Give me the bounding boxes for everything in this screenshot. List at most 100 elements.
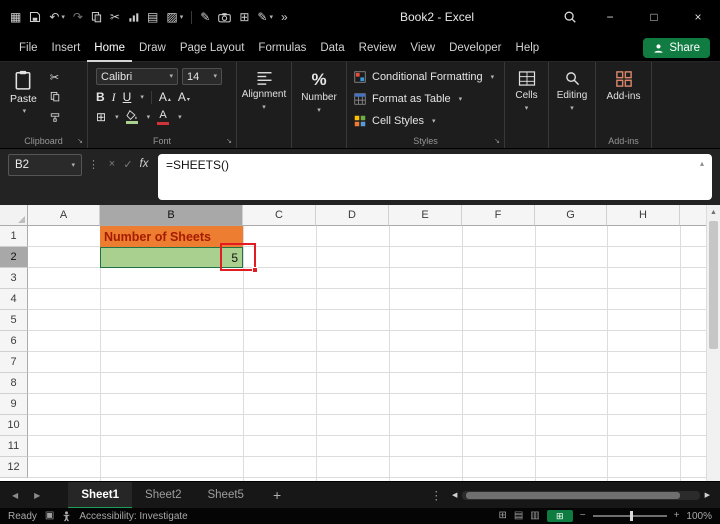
sheet-tab-sheet5[interactable]: Sheet5 xyxy=(194,482,256,509)
row-header-9[interactable]: 9 xyxy=(0,394,28,415)
conditional-formatting-button[interactable]: Conditional Formatting ▾ xyxy=(354,68,500,86)
sheet-tab-sheet2[interactable]: Sheet2 xyxy=(132,482,194,509)
row-header-10[interactable]: 10 xyxy=(0,415,28,436)
formula-bar-grip-icon[interactable]: ⋮ xyxy=(88,158,99,171)
column-header-B[interactable]: B xyxy=(100,205,243,226)
chart-icon[interactable] xyxy=(128,12,139,23)
column-header-A[interactable]: A xyxy=(28,205,100,226)
font-color-chevron-icon[interactable]: ▾ xyxy=(178,114,182,121)
column-header-C[interactable]: C xyxy=(243,205,316,226)
row-header-7[interactable]: 7 xyxy=(0,352,28,373)
column-header-E[interactable]: E xyxy=(389,205,462,226)
row-header-3[interactable]: 3 xyxy=(0,268,28,289)
zoom-out-button[interactable]: − xyxy=(580,511,586,521)
menu-insert[interactable]: Insert xyxy=(45,34,88,62)
increase-font-button[interactable]: A ▴ xyxy=(159,91,171,103)
maximize-button[interactable]: □ xyxy=(632,0,676,34)
scroll-up-icon[interactable]: ▲ xyxy=(707,205,720,219)
status-green-badge[interactable]: ⊞ xyxy=(546,510,573,522)
select-all-corner[interactable] xyxy=(0,205,28,226)
borders-button[interactable]: ⊞ xyxy=(96,111,106,123)
row-header-6[interactable]: 6 xyxy=(0,331,28,352)
menu-home[interactable]: Home xyxy=(87,34,132,62)
camera-icon[interactable] xyxy=(218,12,232,23)
cells-group-button[interactable]: Cells ▾ xyxy=(505,62,549,148)
menu-page-layout[interactable]: Page Layout xyxy=(173,34,252,62)
menu-formulas[interactable]: Formulas xyxy=(251,34,313,62)
app-grid-icon[interactable]: ▦ xyxy=(10,11,21,23)
cut-icon[interactable]: ✂ xyxy=(110,11,120,23)
collapse-formula-bar-icon[interactable]: ▴ xyxy=(700,159,704,168)
ink-pen-button[interactable]: ✎ ▾ xyxy=(257,11,273,23)
normal-view-button[interactable]: ⊞ xyxy=(498,511,506,521)
row-header-1[interactable]: 1 xyxy=(0,226,28,247)
underline-chevron-icon[interactable]: ▾ xyxy=(140,94,144,101)
row-header-5[interactable]: 5 xyxy=(0,310,28,331)
menu-view[interactable]: View xyxy=(403,34,442,62)
font-size-select[interactable]: 14 ▾ xyxy=(182,68,222,85)
enter-button[interactable]: ✓ xyxy=(120,158,136,171)
menu-draw[interactable]: Draw xyxy=(132,34,173,62)
zoom-level[interactable]: 100% xyxy=(686,511,712,522)
scroll-right-icon[interactable]: ▶ xyxy=(705,491,710,499)
search-icon[interactable] xyxy=(552,0,588,34)
row-header-4[interactable]: 4 xyxy=(0,289,28,310)
alignment-group-button[interactable]: Alignment ▾ xyxy=(237,62,292,148)
format-painter-button[interactable] xyxy=(50,112,60,126)
underline-button[interactable]: U xyxy=(123,91,132,103)
tabbar-options-icon[interactable]: ⋮ xyxy=(431,488,443,502)
copy-button[interactable] xyxy=(50,91,60,105)
vertical-scrollbar[interactable]: ▲ xyxy=(706,205,720,481)
draw-pen-icon[interactable]: ✎ xyxy=(200,11,210,23)
notebook-icon[interactable]: ▤ xyxy=(147,11,158,23)
menu-help[interactable]: Help xyxy=(509,34,547,62)
accessibility-status[interactable]: Accessibility: Investigate xyxy=(79,511,187,522)
addins-group[interactable]: Add-ins Add-ins xyxy=(596,62,652,148)
zoom-slider[interactable] xyxy=(592,511,667,521)
sheet-tab-sheet1[interactable]: Sheet1 xyxy=(68,481,133,509)
new-sheet-button[interactable]: + xyxy=(273,482,281,508)
row-header-11[interactable]: 11 xyxy=(0,436,28,457)
cancel-button[interactable]: × xyxy=(104,158,120,170)
fill-color-chevron-icon[interactable]: ▾ xyxy=(147,114,151,121)
vertical-scrollbar-thumb[interactable] xyxy=(709,221,718,349)
font-color-button[interactable]: A xyxy=(157,109,170,125)
horizontal-scrollbar-thumb[interactable] xyxy=(466,491,680,499)
bold-button[interactable]: B xyxy=(96,91,105,103)
toolbar-overflow-icon[interactable]: » xyxy=(281,11,288,23)
column-header-H[interactable]: H xyxy=(607,205,680,226)
zoom-slider-thumb[interactable] xyxy=(629,511,633,521)
decrease-font-button[interactable]: A ▾ xyxy=(178,91,190,103)
row-header-8[interactable]: 8 xyxy=(0,373,28,394)
italic-button[interactable]: I xyxy=(112,91,116,103)
clipboard-dialog-launcher-icon[interactable]: ↘ xyxy=(77,137,83,145)
minimize-button[interactable]: − xyxy=(588,0,632,34)
font-family-select[interactable]: Calibri ▾ xyxy=(96,68,178,85)
share-button[interactable]: Share xyxy=(643,38,710,58)
menu-developer[interactable]: Developer xyxy=(442,34,508,62)
fill-shading-button[interactable]: ▨ ▾ xyxy=(166,11,183,23)
copy-icon[interactable] xyxy=(91,11,102,23)
previous-sheet-icon[interactable]: ◀ xyxy=(12,491,18,500)
zoom-in-button[interactable]: + xyxy=(674,511,680,521)
redo-icon[interactable]: ↷ xyxy=(73,11,83,23)
borders-chevron-icon[interactable]: ▾ xyxy=(115,114,119,121)
menu-review[interactable]: Review xyxy=(352,34,404,62)
table-icon[interactable]: ⊞ xyxy=(239,11,249,23)
insert-function-button[interactable]: fx xyxy=(136,158,152,170)
number-group-button[interactable]: % Number ▾ xyxy=(292,62,347,148)
undo-button[interactable]: ↶ ▾ xyxy=(49,11,65,23)
menu-file[interactable]: File xyxy=(12,34,45,62)
cell-styles-button[interactable]: Cell Styles ▾ xyxy=(354,112,500,130)
scroll-left-icon[interactable]: ◀ xyxy=(452,491,457,499)
grid-canvas[interactable]: Number of Sheets 5 xyxy=(28,226,706,481)
next-sheet-icon[interactable]: ▶ xyxy=(34,491,40,500)
menu-data[interactable]: Data xyxy=(313,34,351,62)
format-as-table-button[interactable]: Format as Table ▾ xyxy=(354,90,500,108)
page-break-view-button[interactable]: ▥ xyxy=(530,511,539,521)
column-header-G[interactable]: G xyxy=(535,205,607,226)
save-icon[interactable] xyxy=(29,11,41,23)
font-dialog-launcher-icon[interactable]: ↘ xyxy=(226,137,232,145)
page-layout-view-button[interactable]: ▤ xyxy=(514,511,523,521)
paste-button[interactable]: Paste ▾ xyxy=(4,68,43,132)
